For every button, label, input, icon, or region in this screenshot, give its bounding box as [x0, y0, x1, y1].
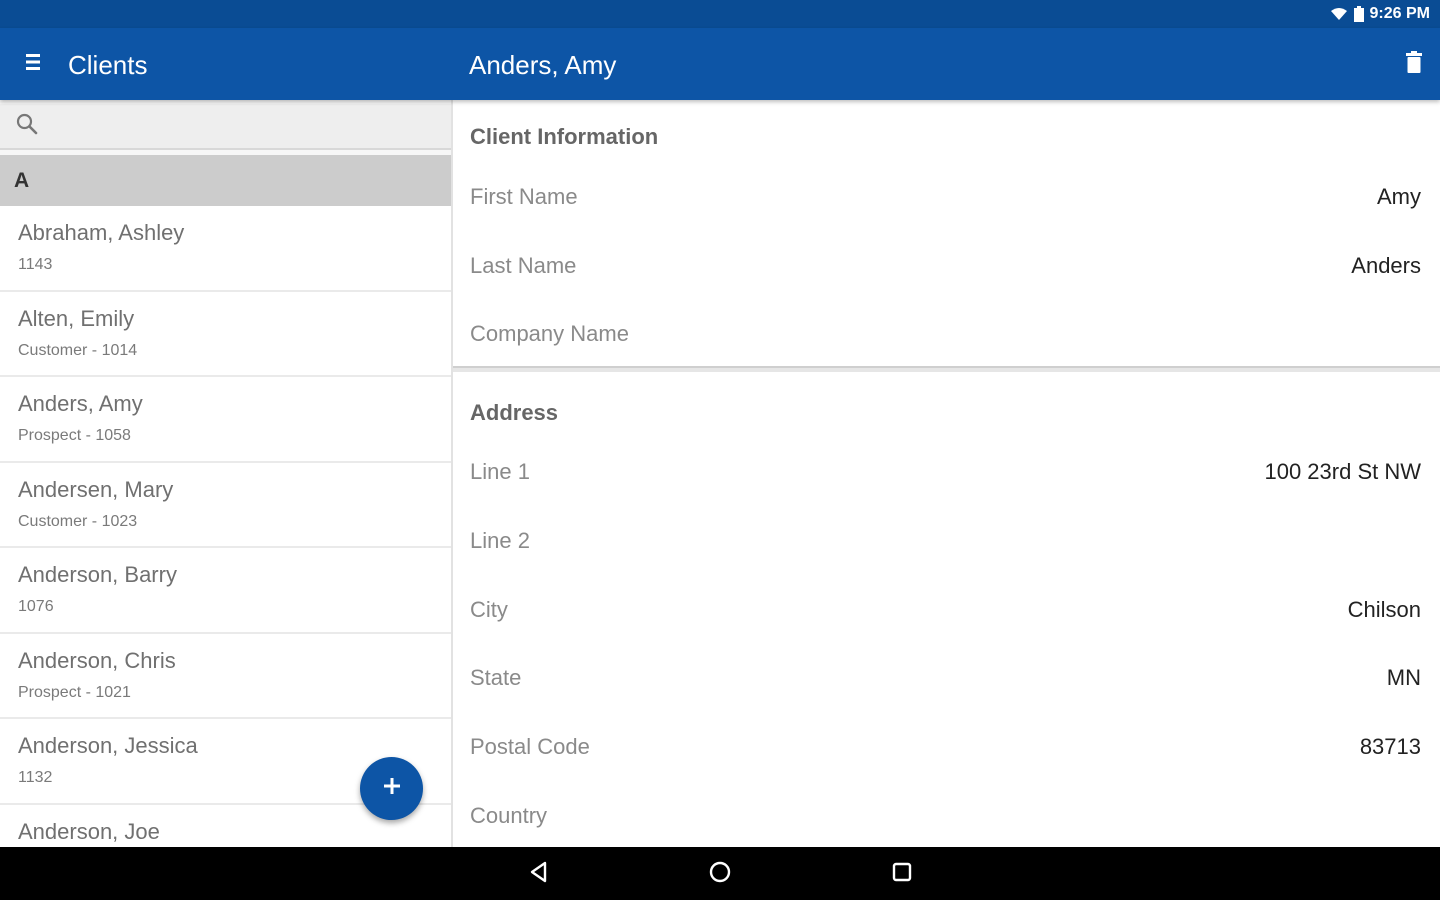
city-value: Chilson: [1347, 597, 1421, 622]
last-name-value: Anders: [1351, 253, 1421, 278]
client-list: Abraham, Ashley 1143 Alten, Emily Custom…: [0, 206, 451, 847]
state-value: MN: [1386, 665, 1421, 690]
home-button[interactable]: [706, 860, 734, 888]
first-name-row[interactable]: First Name Amy: [453, 176, 1440, 216]
client-name: Andersen, Mary: [18, 476, 174, 502]
line1-row[interactable]: Line 1 100 23rd St NW: [453, 451, 1440, 491]
list-item[interactable]: Abraham, Ashley 1143: [0, 206, 451, 292]
company-name-label: Company Name: [470, 321, 629, 346]
first-name-value: Amy: [1377, 184, 1421, 209]
recents-button[interactable]: [888, 860, 916, 888]
client-subtitle: 1076: [18, 598, 54, 615]
client-name: Abraham, Ashley: [18, 220, 185, 245]
detail-title: Anders, Amy: [469, 50, 617, 80]
client-subtitle: Customer - 1023: [18, 512, 138, 530]
client-list-pane: A Abraham, Ashley 1143 Alten, Emily Cust…: [0, 100, 451, 847]
list-item[interactable]: Anderson, Chris Prospect - 1021: [0, 633, 451, 719]
search-icon: [16, 113, 38, 140]
client-information-heading: Client Information: [470, 124, 659, 149]
client-name: Anders, Amy: [18, 391, 143, 416]
last-name-row[interactable]: Last Name Anders: [453, 245, 1440, 285]
hamburger-menu-icon: [26, 53, 40, 76]
section-header-a: A: [0, 155, 451, 206]
postal-code-row[interactable]: Postal Code 83713: [453, 726, 1440, 766]
postal-code-label: Postal Code: [470, 734, 590, 759]
last-name-label: Last Name: [470, 253, 577, 278]
city-row[interactable]: City Chilson: [453, 589, 1440, 629]
list-item[interactable]: Alten, Emily Customer - 1014: [0, 291, 451, 377]
country-label: Country: [470, 803, 548, 828]
app-title: Clients: [68, 50, 148, 80]
state-row[interactable]: State MN: [453, 657, 1440, 697]
city-label: City: [470, 597, 508, 622]
search-bar: [0, 104, 451, 150]
battery-icon: [1353, 6, 1364, 22]
client-subtitle: Prospect - 1058: [18, 427, 131, 444]
menu-button[interactable]: [20, 50, 46, 78]
postal-code-value: 83713: [1359, 734, 1421, 759]
plus-icon: [383, 777, 401, 800]
client-name: Anderson, Barry: [18, 562, 177, 587]
address-heading: Address: [470, 400, 559, 425]
delete-button[interactable]: [1400, 50, 1428, 78]
client-detail-pane: Client Information First Name Amy Last N…: [453, 100, 1440, 847]
client-subtitle: Prospect - 1021: [18, 683, 131, 701]
client-name: Anderson, Joe: [18, 818, 160, 844]
list-item[interactable]: Anderson, Barry 1076: [0, 548, 451, 634]
state-label: State: [470, 665, 522, 690]
navigation-bar: [0, 847, 1440, 900]
back-button[interactable]: [525, 860, 553, 888]
client-subtitle: Customer - 1014: [18, 341, 138, 359]
client-name: Anderson, Jessica: [18, 733, 198, 758]
client-name: Anderson, Chris: [18, 647, 176, 673]
line1-value: 100 23rd St NW: [1264, 459, 1421, 484]
line1-label: Line 1: [470, 459, 530, 484]
wifi-icon: [1330, 7, 1348, 21]
list-item[interactable]: Anders, Amy Prospect - 1058: [0, 377, 451, 463]
line2-row[interactable]: Line 2: [453, 520, 1440, 560]
app-bar: Clients Anders, Amy: [0, 28, 1440, 100]
line2-label: Line 2: [470, 528, 530, 553]
status-bar: 9:26 PM: [0, 0, 1440, 28]
home-circle-icon: [708, 860, 732, 889]
client-subtitle: 1143: [18, 256, 53, 273]
status-time: 9:26 PM: [1369, 5, 1430, 22]
section-divider: [453, 366, 1440, 372]
back-triangle-icon: [528, 861, 550, 888]
first-name-label: First Name: [470, 184, 578, 209]
add-client-button[interactable]: [360, 757, 423, 820]
recents-square-icon: [891, 861, 913, 888]
company-name-row[interactable]: Company Name: [453, 313, 1440, 353]
client-name: Alten, Emily: [18, 305, 135, 331]
search-input[interactable]: [50, 114, 430, 138]
list-item[interactable]: Andersen, Mary Customer - 1023: [0, 462, 451, 548]
trash-icon: [1406, 50, 1422, 78]
country-row[interactable]: Country: [453, 795, 1440, 835]
